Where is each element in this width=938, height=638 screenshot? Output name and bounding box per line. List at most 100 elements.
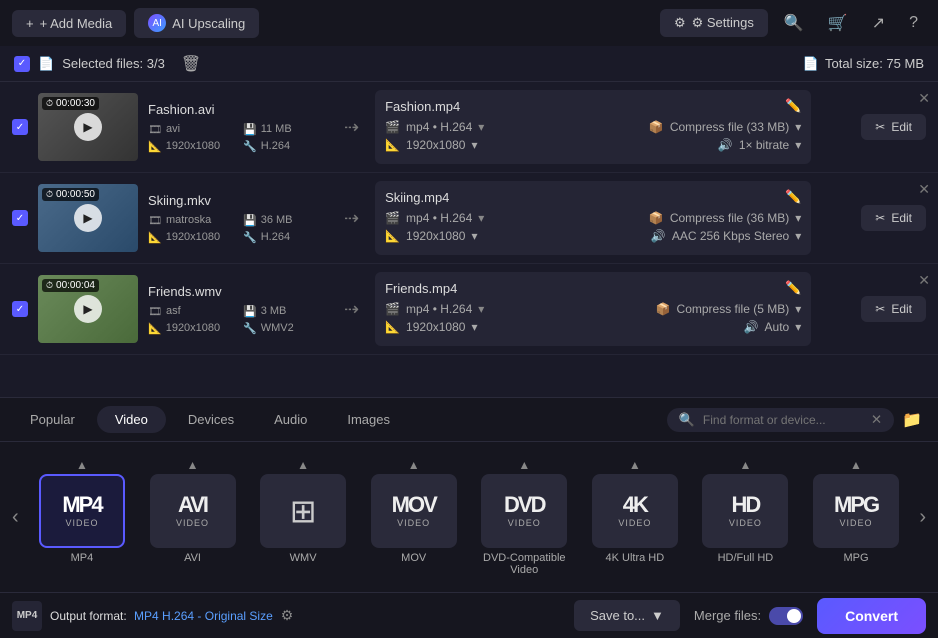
media-filename-fashion: Fashion.avi [148, 102, 328, 117]
format-next-button[interactable]: › [911, 506, 934, 529]
res-dropdown-arrow: ▾ [471, 229, 477, 243]
ai-upscaling-label: AI Upscaling [172, 16, 245, 31]
output-compress-btn-skiing[interactable]: 📦 Compress file (36 MB) ▾ [649, 211, 801, 225]
remove-item-friends[interactable]: ✕ [918, 272, 930, 289]
audio-dropdown-arrow: ▾ [795, 229, 801, 243]
settings-button[interactable]: ⚙ ⚙ Settings [660, 9, 768, 37]
output-filename-skiing: Skiing.mp4 [385, 190, 449, 205]
format-dropdown-arrow: ▾ [478, 211, 484, 225]
save-to-button[interactable]: Save to... ▼ [574, 600, 680, 631]
edit-button-skiing[interactable]: ✂ Edit [861, 205, 926, 231]
edit-button-friends[interactable]: ✂ Edit [861, 296, 926, 322]
output-res-row-fashion: 📐 1920x1080 ▾ 🔊 1× bitrate ▾ [385, 138, 801, 152]
format-tab-images[interactable]: Images [329, 406, 408, 433]
format-icon-box-avi: AVI VIDEO [150, 474, 236, 548]
format-prev-button[interactable]: ‹ [4, 506, 27, 529]
audio-dropdown-arrow: ▾ [795, 320, 801, 334]
format-search-input[interactable] [703, 413, 863, 427]
output-edit-icon-fashion[interactable]: ✏️ [785, 98, 801, 114]
format-icon: 🎞 [148, 123, 162, 136]
format-item-mov[interactable]: ▲ MOV VIDEO MOV [364, 452, 464, 582]
format-item-4k[interactable]: ▲ 4K VIDEO 4K Ultra HD [585, 452, 685, 582]
format-item-dvd[interactable]: ▲ DVD VIDEO DVD-Compatible Video [474, 452, 574, 582]
audio-icon: 🔊 [651, 229, 666, 243]
output-res-btn-friends[interactable]: 📐 1920x1080 ▾ [385, 320, 477, 334]
format-folder-button[interactable]: 📁 [898, 406, 926, 434]
output-edit-icon-skiing[interactable]: ✏️ [785, 189, 801, 205]
output-edit-icon-friends[interactable]: ✏️ [785, 280, 801, 296]
output-settings-button[interactable]: ⚙ [281, 607, 294, 624]
output-audio-btn-skiing[interactable]: 🔊 AAC 256 Kbps Stereo ▾ [651, 229, 801, 243]
output-res-btn-fashion[interactable]: 📐 1920x1080 ▾ [385, 138, 477, 152]
format-item-mpg[interactable]: ▲ MPG VIDEO MPG [806, 452, 906, 582]
wmv-icon: ⊞ [290, 492, 317, 530]
output-res-btn-skiing[interactable]: 📐 1920x1080 ▾ [385, 229, 477, 243]
delete-files-button[interactable]: 🗑 [173, 50, 209, 78]
convert-arrow-icon: ⇢ [338, 117, 365, 138]
format-item-hd[interactable]: ▲ HD VIDEO HD/Full HD [695, 452, 795, 582]
remove-item-fashion[interactable]: ✕ [918, 90, 930, 107]
media-item-fashion: ✓ ⏱ 00:00:30 ▶ Fashion.avi 🎞 avi 💾 11 MB [0, 82, 938, 173]
output-compress-btn-friends[interactable]: 📦 Compress file (5 MB) ▾ [656, 302, 802, 316]
format-tab-video[interactable]: Video [97, 406, 166, 433]
format-tab-popular[interactable]: Popular [12, 406, 93, 433]
format-icon-main-hd: HD [732, 494, 760, 516]
format-search-clear-button[interactable]: ✕ [871, 412, 882, 428]
plus-icon: + [26, 16, 34, 31]
media-play-friends[interactable]: ▶ [74, 295, 102, 323]
ai-upscaling-button[interactable]: AI AI Upscaling [134, 8, 259, 38]
compress-dropdown-arrow: ▾ [795, 211, 801, 225]
output-format-icon: 🎬 [385, 211, 400, 225]
format-icon: 🎞 [148, 214, 162, 227]
format-icon-sub-mov: VIDEO [397, 518, 430, 528]
output-audio-btn-friends[interactable]: 🔊 Auto ▾ [744, 320, 802, 334]
select-all-checkbox[interactable]: ✓ [14, 56, 30, 72]
file-bar-right: 📄 Total size: 75 MB [803, 56, 924, 72]
format-icon-box-dvd: DVD VIDEO [481, 474, 567, 548]
media-checkbox-fashion[interactable]: ✓ [12, 119, 28, 135]
format-chevron-4k: ▲ [629, 458, 641, 472]
output-format-row-fashion: 🎬 mp4 • H.264 ▾ 📦 Compress file (33 MB) … [385, 120, 801, 134]
search-button[interactable]: 🔍 [776, 9, 812, 37]
media-filename-skiing: Skiing.mkv [148, 193, 328, 208]
format-icon: 🎞 [148, 305, 162, 318]
format-tab-audio[interactable]: Audio [256, 406, 325, 433]
output-format-row-friends: 🎬 mp4 • H.264 ▾ 📦 Compress file (5 MB) ▾ [385, 302, 801, 316]
file-icon: 📄 [38, 56, 54, 72]
output-format-btn-friends[interactable]: 🎬 mp4 • H.264 ▾ [385, 302, 484, 316]
format-label-mp4: MP4 [71, 552, 94, 564]
search-icon: 🔍 [679, 412, 695, 428]
clock-icon: ⏱ [46, 280, 53, 291]
output-format-btn-fashion[interactable]: 🎬 mp4 • H.264 ▾ [385, 120, 484, 134]
output-header-fashion: Fashion.mp4 ✏️ [385, 98, 801, 114]
res-dropdown-arrow: ▾ [471, 320, 477, 334]
help-button[interactable]: ? [901, 10, 926, 36]
format-chevron-mp4: ▲ [76, 458, 88, 472]
output-format-text: Output format: MP4 H.264 - Original Size [50, 609, 273, 623]
media-play-fashion[interactable]: ▶ [74, 113, 102, 141]
output-format-btn-skiing[interactable]: 🎬 mp4 • H.264 ▾ [385, 211, 484, 225]
format-item-wmv[interactable]: ▲ ⊞ WMV [253, 452, 353, 582]
format-item-avi[interactable]: ▲ AVI VIDEO AVI [143, 452, 243, 582]
format-chevron-dvd: ▲ [518, 458, 530, 472]
format-tab-devices[interactable]: Devices [170, 406, 252, 433]
meta-resolution: 📐 1920x1080 [148, 322, 233, 335]
remove-item-skiing[interactable]: ✕ [918, 181, 930, 198]
output-audio-btn-fashion[interactable]: 🔊 1× bitrate ▾ [718, 138, 801, 152]
output-compress-btn-fashion[interactable]: 📦 Compress file (33 MB) ▾ [649, 120, 801, 134]
media-checkbox-friends[interactable]: ✓ [12, 301, 28, 317]
format-tabs: PopularVideoDevicesAudioImages 🔍 ✕ 📁 [0, 398, 938, 442]
share-button[interactable]: ↗ [864, 9, 893, 37]
edit-button-fashion[interactable]: ✂ Edit [861, 114, 926, 140]
format-label-mov: MOV [401, 552, 426, 564]
merge-toggle-switch[interactable] [769, 607, 803, 625]
media-play-skiing[interactable]: ▶ [74, 204, 102, 232]
cart-button[interactable]: 🛒 [820, 9, 856, 37]
format-item-mp4[interactable]: ▲ MP4 VIDEO MP4 [32, 452, 132, 582]
settings-label: ⚙ Settings [692, 15, 754, 31]
add-media-button[interactable]: + + Add Media [12, 10, 126, 37]
meta-codec: 🔧 H.264 [243, 140, 328, 153]
convert-button[interactable]: Convert [817, 598, 926, 634]
res-icon-out: 📐 [385, 138, 400, 152]
media-checkbox-skiing[interactable]: ✓ [12, 210, 28, 226]
